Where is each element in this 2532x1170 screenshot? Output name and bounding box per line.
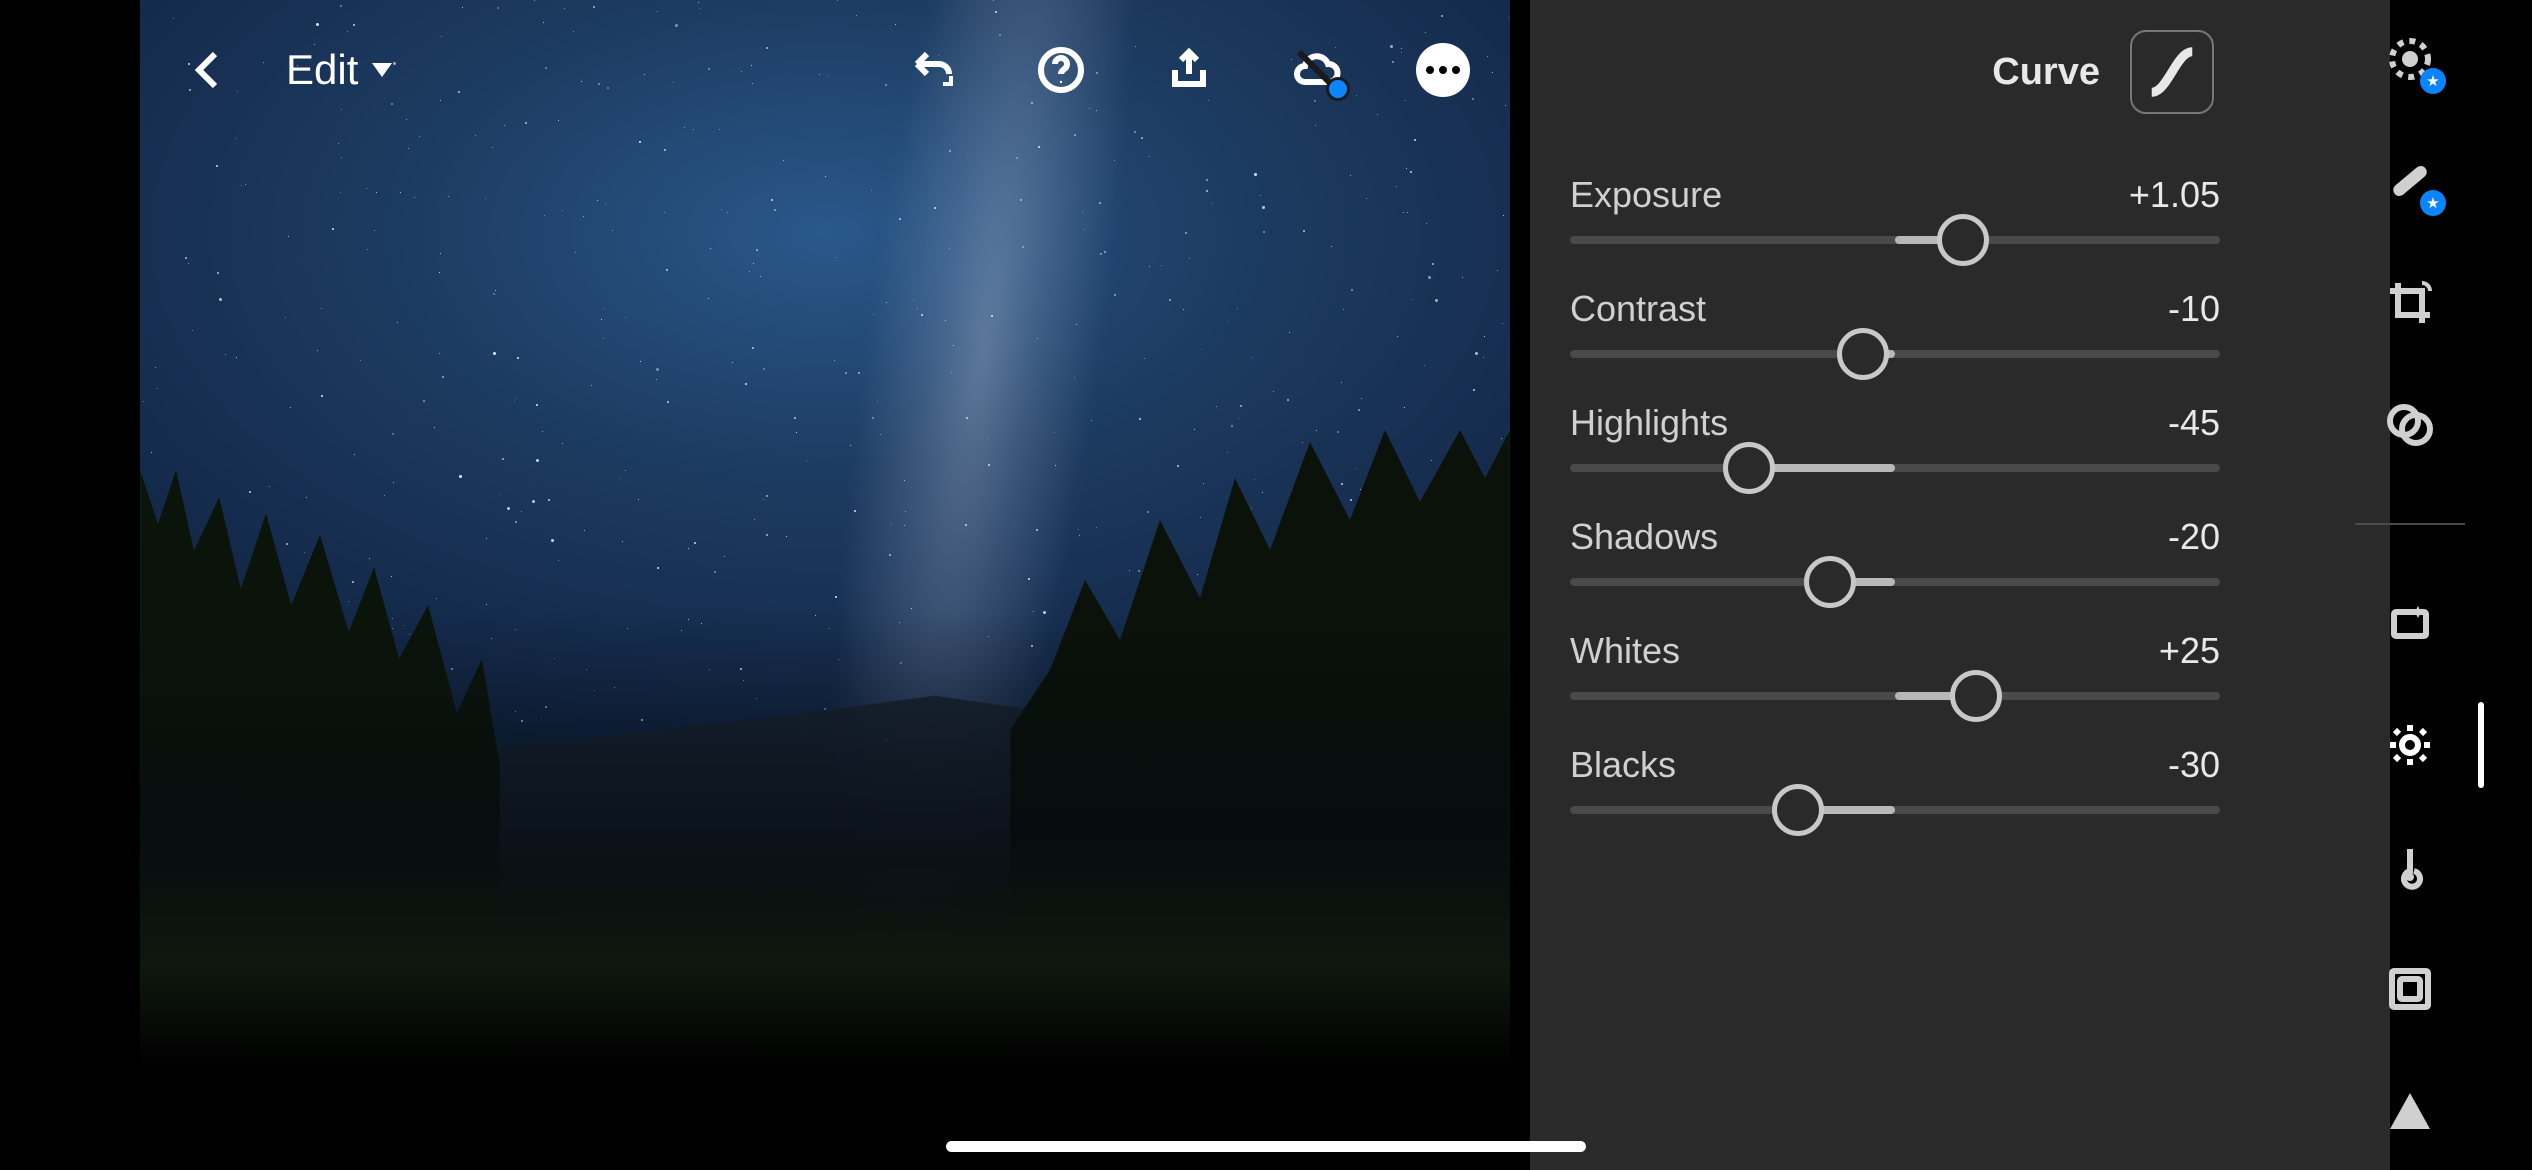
top-toolbar: Edit [140, 20, 1510, 120]
slider-label-blacks: Blacks [1570, 744, 1676, 786]
share-button[interactable] [1160, 41, 1218, 99]
masking-tool[interactable] [2380, 30, 2440, 88]
slider-track-shadows[interactable] [1570, 578, 2220, 586]
slider-blacks: Blacks -30 [1570, 744, 2220, 814]
more-button[interactable] [1416, 43, 1470, 97]
slider-row: Exposure +1.05 [1570, 174, 2220, 216]
slider-label-highlights: Highlights [1570, 402, 1728, 444]
slider-thumb-shadows[interactable] [1804, 556, 1856, 608]
crop-icon [2386, 279, 2434, 327]
slider-track-whites[interactable] [1570, 692, 2220, 700]
help-button[interactable] [1032, 41, 1090, 99]
slider-whites: Whites +25 [1570, 630, 2220, 700]
photo-preview[interactable] [140, 0, 1510, 1170]
auto-icon [2386, 598, 2434, 646]
cloud-sync-button[interactable] [1288, 41, 1346, 99]
temperature-icon [2386, 843, 2434, 891]
slider-value-contrast: -10 [2168, 288, 2220, 330]
slider-value-blacks: -30 [2168, 744, 2220, 786]
app-root: Edit [0, 0, 2532, 1170]
slider-label-exposure: Exposure [1570, 174, 1722, 216]
undo-icon [909, 46, 957, 94]
more-dot [1426, 66, 1434, 74]
slider-highlights: Highlights -45 [1570, 402, 2220, 472]
crop-tool[interactable] [2380, 274, 2440, 332]
premium-badge [2420, 190, 2446, 216]
sync-status-dot [1326, 77, 1350, 101]
slider-row: Highlights -45 [1570, 402, 2220, 444]
light-panel: Curve Exposure +1.05 Contrast -10 Highlights… [1530, 0, 2390, 1170]
slider-row: Contrast -10 [1570, 288, 2220, 330]
slider-shadows: Shadows -20 [1570, 516, 2220, 586]
undo-button[interactable] [904, 41, 962, 99]
slider-value-shadows: -20 [2168, 516, 2220, 558]
color-tool[interactable] [2380, 838, 2440, 896]
slider-thumb-highlights[interactable] [1723, 442, 1775, 494]
share-icon [1165, 46, 1213, 94]
slider-track-highlights[interactable] [1570, 464, 2220, 472]
slider-exposure: Exposure +1.05 [1570, 174, 2220, 244]
panel-header: Curve [1570, 30, 2220, 114]
tool-separator [2355, 523, 2465, 526]
top-toolbar-left: Edit [180, 41, 392, 99]
slider-contrast: Contrast -10 [1570, 288, 2220, 358]
foreground-dark [140, 830, 1510, 1170]
top-toolbar-right [904, 41, 1470, 99]
slider-label-shadows: Shadows [1570, 516, 1718, 558]
more-dot [1452, 66, 1460, 74]
premium-badge [2420, 68, 2446, 94]
curve-icon [2145, 45, 2199, 99]
effects-tool[interactable] [2380, 960, 2440, 1018]
active-indicator [2478, 702, 2484, 788]
slider-thumb-blacks[interactable] [1772, 784, 1824, 836]
slider-row: Whites +25 [1570, 630, 2220, 672]
tool-strip [2350, 30, 2470, 1140]
slider-row: Shadows -20 [1570, 516, 2220, 558]
slider-thumb-whites[interactable] [1950, 670, 2002, 722]
light-icon [2386, 721, 2434, 769]
home-indicator [946, 1141, 1586, 1152]
dropdown-icon [372, 63, 392, 77]
more-dot [1439, 66, 1447, 74]
slider-label-contrast: Contrast [1570, 288, 1706, 330]
curve-label: Curve [1992, 51, 2100, 94]
help-icon [1037, 46, 1085, 94]
slider-thumb-contrast[interactable] [1837, 328, 1889, 380]
slider-track-exposure[interactable] [1570, 236, 2220, 244]
chevron-left-icon [185, 46, 233, 94]
back-button[interactable] [180, 41, 238, 99]
slider-value-whites: +25 [2159, 630, 2220, 672]
slider-value-exposure: +1.05 [2129, 174, 2220, 216]
effects-icon [2386, 965, 2434, 1013]
detail-tool[interactable] [2380, 1082, 2440, 1140]
detail-icon [2390, 1093, 2430, 1129]
healing-tool[interactable] [2380, 152, 2440, 210]
slider-thumb-exposure[interactable] [1937, 214, 1989, 266]
light-panel-inner: Curve Exposure +1.05 Contrast -10 Highlights… [1570, 0, 2220, 858]
mode-label: Edit [286, 46, 358, 94]
curve-button[interactable] [2130, 30, 2214, 114]
slider-value-highlights: -45 [2168, 402, 2220, 444]
mode-dropdown[interactable]: Edit [286, 46, 392, 94]
slider-row: Blacks -30 [1570, 744, 2220, 786]
presets-tool[interactable] [2380, 396, 2440, 454]
sliders-container: Exposure +1.05 Contrast -10 Highlights -45 Sha… [1570, 174, 2220, 814]
slider-label-whites: Whites [1570, 630, 1680, 672]
presets-icon [2386, 401, 2434, 449]
light-tool[interactable] [2380, 716, 2440, 774]
auto-tool[interactable] [2380, 593, 2440, 651]
slider-track-blacks[interactable] [1570, 806, 2220, 814]
slider-track-contrast[interactable] [1570, 350, 2220, 358]
